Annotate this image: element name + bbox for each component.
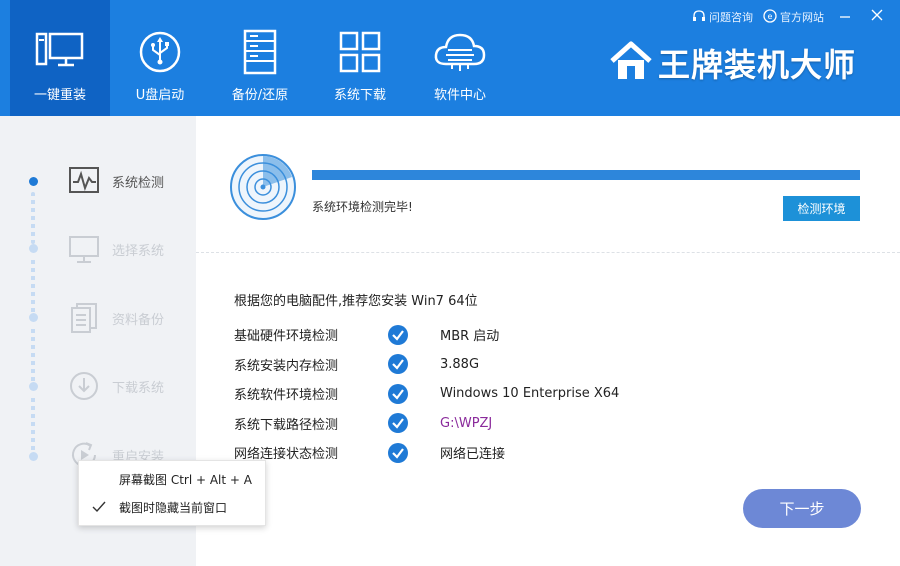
ie-icon: e [763, 8, 777, 26]
download-icon [68, 370, 100, 402]
nav-item-system-download[interactable]: 系统下载 [310, 0, 410, 116]
check-label: 系统软件环境检测 [234, 388, 339, 404]
step-label: 选择系统 [112, 243, 165, 259]
step-label: 系统检测 [112, 175, 165, 191]
step-connector [31, 329, 35, 381]
check-value: MBR 启动 [440, 329, 500, 345]
check-value: Windows 10 Enterprise X64 [440, 386, 620, 402]
help-link[interactable]: 问题咨询 [692, 9, 753, 26]
recommendation-text: 根据您的电脑配件,推荐您安装 Win7 64位 [234, 294, 478, 309]
step-connector [31, 260, 35, 312]
progress-fill [312, 170, 860, 180]
check-circle-icon [388, 354, 440, 375]
nav-label: 软件中心 [433, 88, 486, 103]
checkmark-icon [79, 501, 119, 513]
check-row: 系统安装内存检测 3.88G [234, 350, 619, 380]
check-label: 基础硬件环境检测 [234, 329, 339, 345]
nav-item-one-key-reinstall[interactable]: 一键重装 [10, 0, 110, 116]
monitor-icon [68, 233, 100, 265]
next-step-button[interactable]: 下一步 [743, 489, 861, 528]
brand-name: 王牌装机大师 [657, 46, 856, 84]
main-panel: 系统环境检测完毕! 检测环境 根据您的电脑配件,推荐您安装 Win7 64位 基… [196, 116, 900, 566]
step-connector [31, 192, 35, 244]
app-header: 一键重装 U盘启动 备份/还原 系统下载 软件中心 问题咨询 e 官方网站 王牌… [0, 0, 900, 116]
minimize-button[interactable] [834, 6, 856, 28]
nav-label: 系统下载 [333, 88, 386, 103]
step-dot-active [29, 177, 38, 186]
nav-item-software-center[interactable]: 软件中心 [410, 0, 510, 116]
nav-label: 一键重装 [33, 88, 86, 103]
section-divider [196, 252, 900, 253]
help-link-label: 问题咨询 [709, 11, 753, 24]
website-link-label: 官方网站 [780, 11, 824, 24]
progress-status-text: 系统环境检测完毕! [312, 200, 413, 214]
check-value: 网络已连接 [440, 447, 506, 463]
check-circle-icon [388, 324, 440, 345]
svg-text:e: e [768, 12, 773, 21]
check-circle-icon [388, 442, 440, 463]
minimize-icon [839, 9, 851, 25]
check-value: 3.88G [440, 356, 480, 372]
step-download-system[interactable]: 下载系统 [68, 370, 164, 402]
house-logo-icon [610, 41, 652, 85]
check-row: 网络连接状态检测 网络已连接 [234, 438, 619, 468]
menu-item-label: 截图时隐藏当前窗口 [119, 500, 228, 515]
step-select-system[interactable]: 选择系统 [68, 233, 164, 265]
step-label: 下载系统 [112, 380, 165, 396]
step-dot [29, 313, 38, 322]
nav-label: U盘启动 [135, 88, 185, 103]
step-dot [29, 452, 38, 461]
headset-icon [692, 9, 706, 26]
menu-item-screenshot[interactable]: 屏幕截图 Ctrl + Alt + A [79, 465, 265, 493]
top-links: 问题咨询 e 官方网站 [692, 6, 888, 28]
check-environment-button[interactable]: 检测环境 [783, 196, 860, 221]
nav-item-backup-restore[interactable]: 备份/还原 [210, 0, 310, 116]
menu-item-hide-window[interactable]: 截图时隐藏当前窗口 [79, 493, 265, 521]
computer-icon [32, 24, 88, 80]
step-data-backup[interactable]: 资料备份 [68, 302, 164, 334]
cloud-icon [432, 24, 488, 80]
pulse-monitor-icon [68, 165, 100, 197]
detection-progress-bar [312, 170, 860, 180]
document-icon [68, 302, 100, 334]
check-row: 系统软件环境检测 Windows 10 Enterprise X64 [234, 379, 619, 409]
screenshot-context-menu: 屏幕截图 Ctrl + Alt + A 截图时隐藏当前窗口 [78, 460, 266, 526]
server-icon [232, 24, 288, 80]
close-icon [871, 9, 883, 25]
main-nav: 一键重装 U盘启动 备份/还原 系统下载 软件中心 [10, 0, 510, 116]
check-value: G:\WPZJ [440, 415, 493, 431]
menu-item-label: 屏幕截图 Ctrl + Alt + A [119, 472, 252, 487]
step-dot [29, 382, 38, 391]
check-results-list: 基础硬件环境检测 MBR 启动 系统安装内存检测 3.88G 系统软件环境检测 … [234, 320, 619, 468]
nav-item-usb-boot[interactable]: U盘启动 [110, 0, 210, 116]
check-circle-icon [388, 383, 440, 404]
radar-icon [229, 153, 297, 225]
check-label: 系统安装内存检测 [234, 358, 339, 374]
usb-icon [132, 24, 188, 80]
step-connector [31, 398, 35, 450]
close-button[interactable] [866, 6, 888, 28]
check-row: 系统下载路径检测 G:\WPZJ [234, 409, 619, 439]
check-label: 系统下载路径检测 [234, 417, 339, 433]
step-system-check[interactable]: 系统检测 [68, 165, 164, 197]
step-label: 资料备份 [112, 312, 165, 328]
nav-label: 备份/还原 [231, 88, 289, 103]
website-link[interactable]: e 官方网站 [763, 8, 824, 26]
check-circle-icon [388, 413, 440, 434]
grid-icon [332, 24, 388, 80]
check-row: 基础硬件环境检测 MBR 启动 [234, 320, 619, 350]
step-dot [29, 244, 38, 253]
brand-logo: 王牌装机大师 [610, 40, 856, 86]
